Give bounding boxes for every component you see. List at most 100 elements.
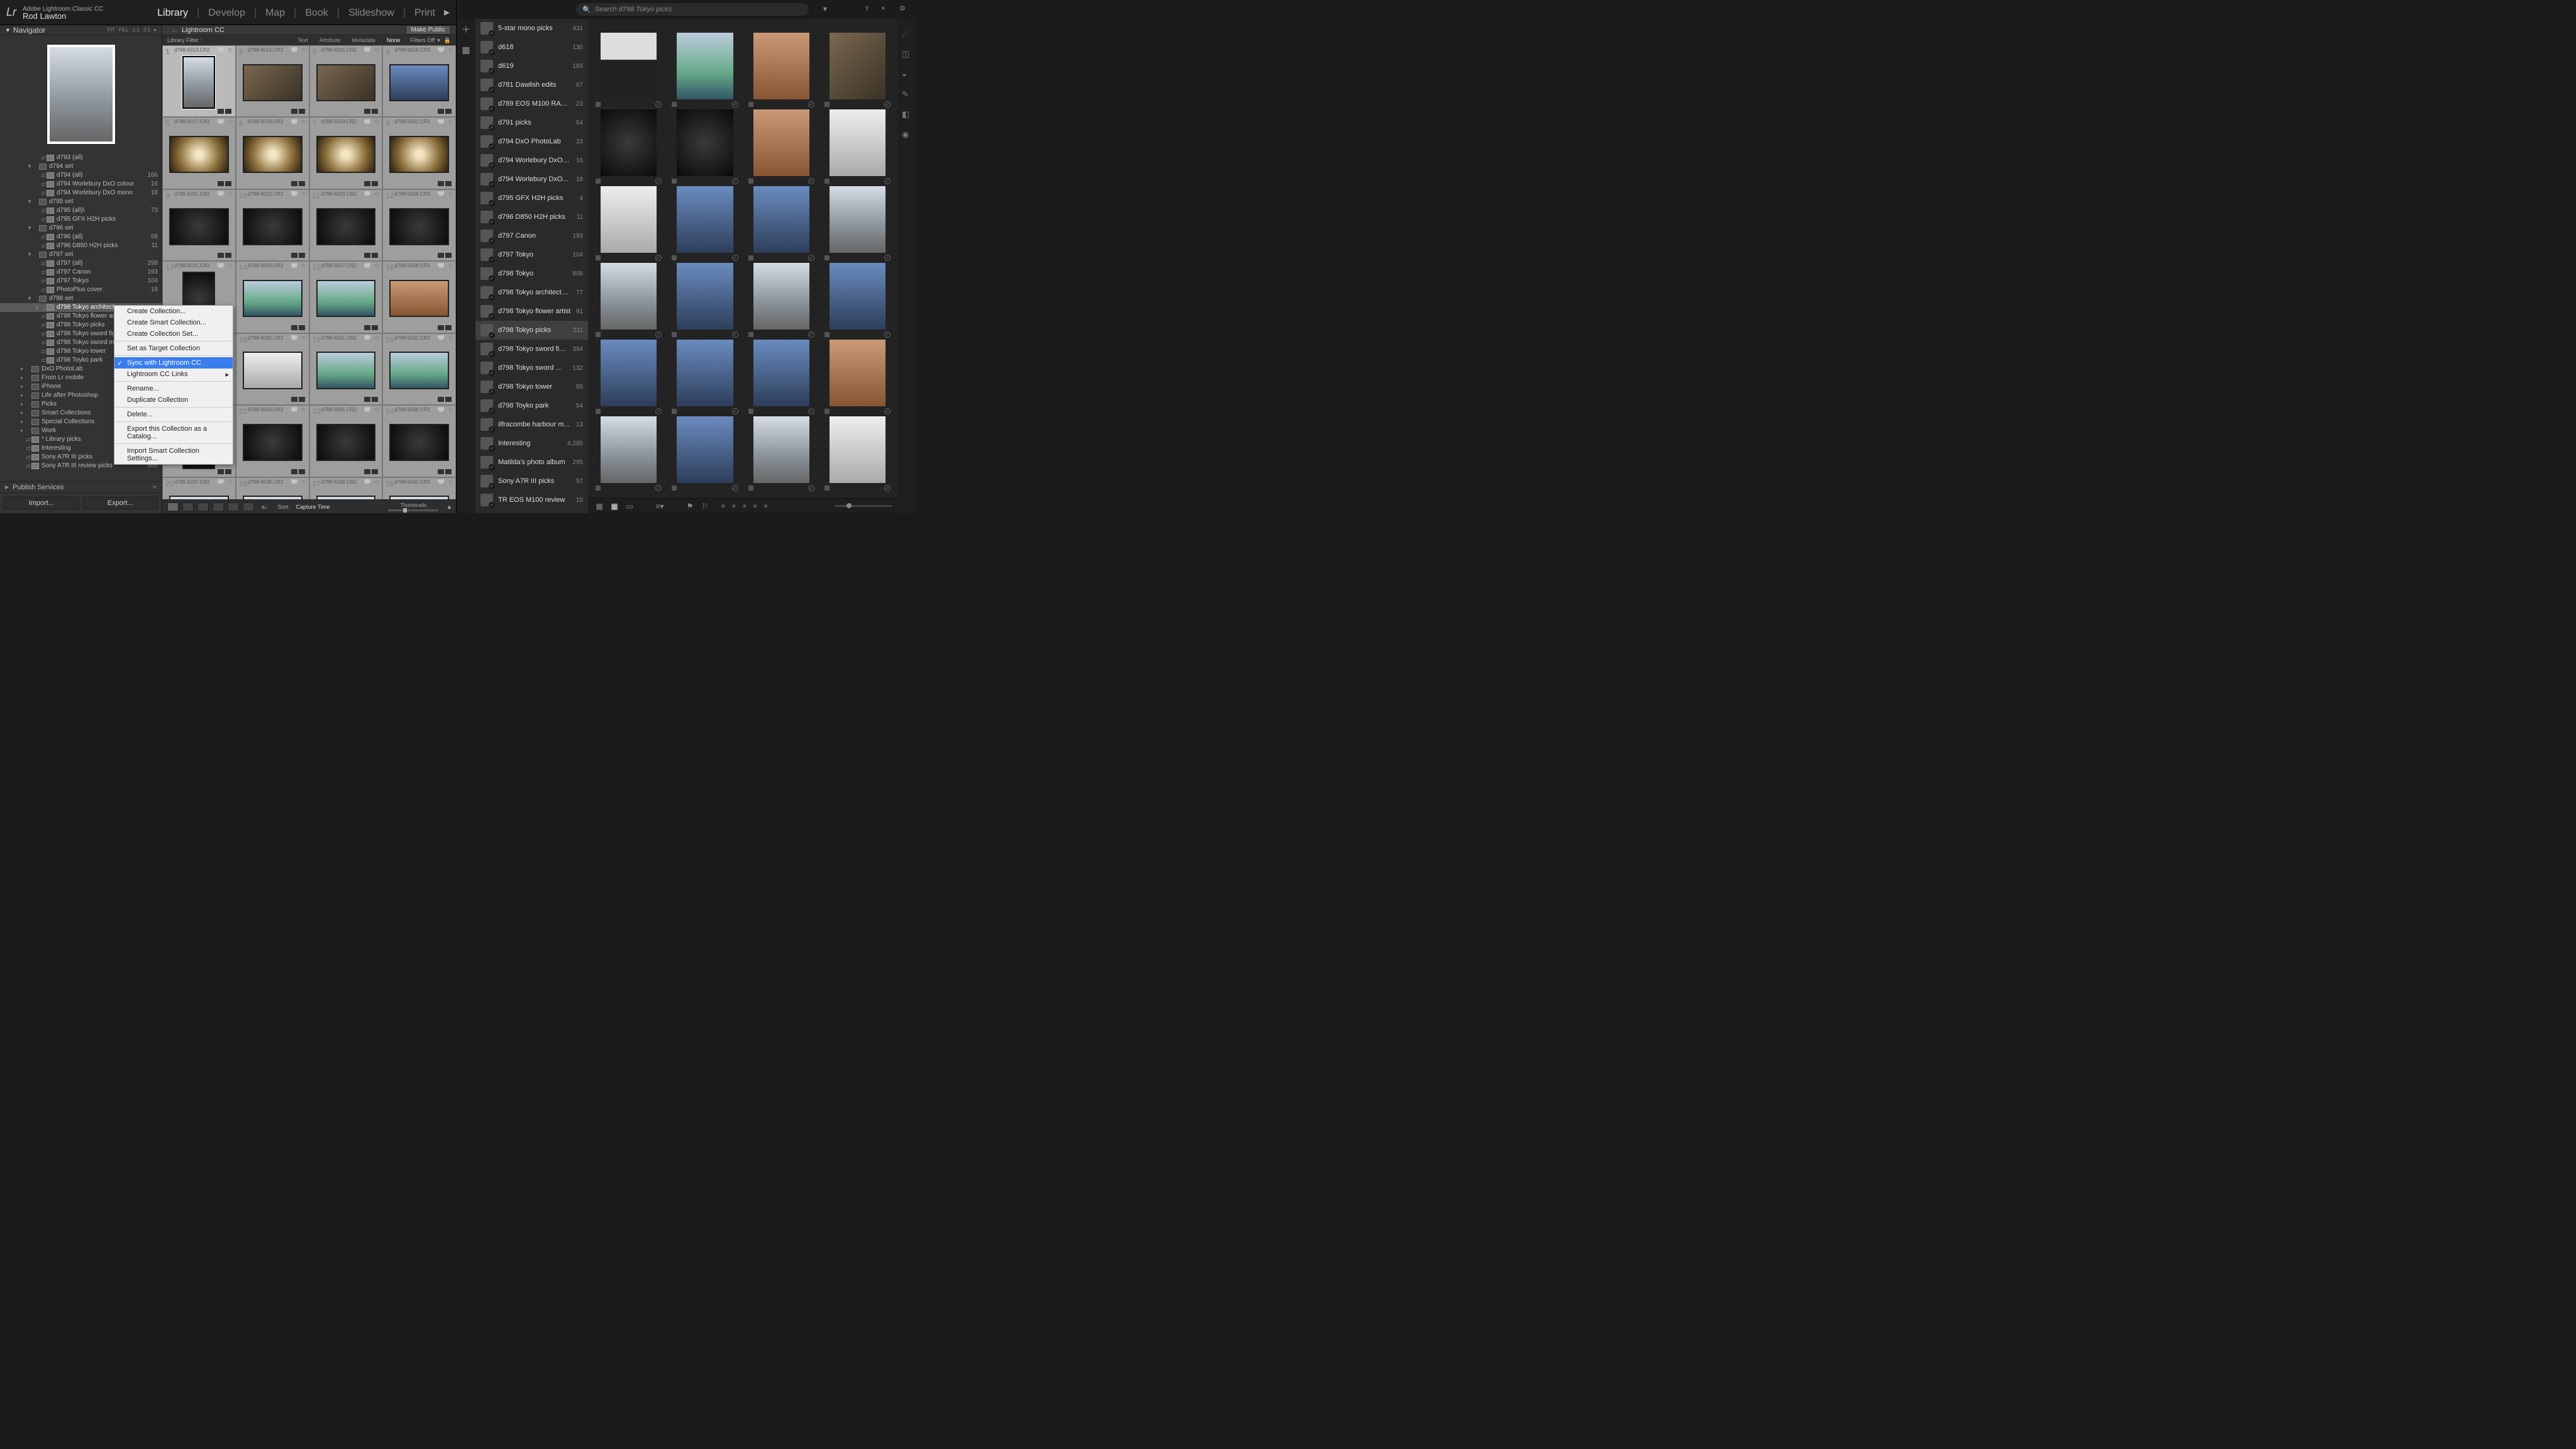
detail-view-icon[interactable]: ▭ [625, 502, 635, 511]
thumbnail[interactable] [243, 280, 303, 317]
nav-zoom-2:1[interactable]: 2:1 [143, 27, 150, 33]
people-view-button[interactable] [228, 502, 239, 511]
thumbnail[interactable] [389, 280, 449, 317]
photo-grid-view-icon[interactable]: ▦ [594, 502, 604, 511]
navigator-zoom-opts[interactable]: FITFILL1:12:1▸ [108, 27, 157, 33]
thumbnail-zoom-slider[interactable] [835, 505, 892, 507]
cycle-icon[interactable]: ⟲ [227, 47, 232, 54]
album-item[interactable]: d797 Canon193 [475, 226, 588, 245]
collection-context-menu[interactable]: Create Collection...Create Smart Collect… [114, 305, 233, 465]
cc-thumbnail[interactable] [677, 263, 733, 330]
thumbnail[interactable] [243, 496, 303, 499]
menu-item[interactable]: Create Collection... [114, 306, 233, 317]
cc-thumbnail[interactable] [601, 263, 657, 330]
album-item[interactable]: d619193 [475, 57, 588, 75]
rating-stars[interactable]: ★ ★ ★ ★ ★ [720, 502, 770, 510]
flag-icon[interactable] [596, 486, 601, 491]
thumbnail[interactable] [389, 208, 449, 245]
thumbnail[interactable] [169, 208, 229, 245]
cycle-icon[interactable]: ⟲ [374, 335, 379, 342]
album-item[interactable]: d794 Worlebury DxO c...16 [475, 151, 588, 170]
thumbnail[interactable] [389, 424, 449, 461]
menu-item[interactable]: Export this Collection as a Catalog... [114, 423, 233, 442]
thumbnail[interactable] [316, 496, 376, 499]
album-item[interactable]: d781 Dawlish edits67 [475, 75, 588, 94]
cc-thumbnail[interactable] [753, 416, 809, 483]
cc-grid-cell[interactable]: ✓ [746, 415, 817, 492]
navigator-header[interactable]: ▼ Navigator FITFILL1:12:1▸ [0, 25, 162, 35]
grid-cell[interactable]: 22d798-5034.CR2⟲ [236, 405, 309, 477]
flag-pick-icon[interactable]: ⚑ [685, 502, 695, 511]
menu-item[interactable]: Create Collection Set... [114, 328, 233, 340]
disclosure-icon[interactable]: ▸ [19, 409, 25, 418]
grid-cell[interactable]: 4d798-5016.CR2⟲ [382, 45, 456, 117]
album-item[interactable]: d789 EOS M100 RAW p...23 [475, 94, 588, 113]
thumbnail[interactable] [316, 136, 376, 173]
make-public-button[interactable]: Make Public [406, 25, 451, 35]
thumbnail[interactable] [243, 424, 303, 461]
cc-thumbnail[interactable] [830, 186, 886, 253]
menu-item[interactable]: Set as Target Collection [114, 343, 233, 354]
navigator-preview[interactable] [0, 35, 162, 153]
cc-thumbnail[interactable] [601, 416, 657, 483]
album-item[interactable]: Interesting4,285 [475, 434, 588, 453]
grid-cell[interactable]: 28d798-5040.CR2⟲ [382, 477, 456, 499]
thumbnail[interactable] [243, 136, 303, 173]
flag-icon[interactable] [748, 102, 753, 107]
flag-icon[interactable] [748, 179, 753, 184]
cc-grid-cell[interactable]: ✓ [593, 415, 664, 492]
cycle-icon[interactable]: ⟲ [374, 119, 379, 126]
brush-icon[interactable]: ✎ [902, 89, 912, 99]
cycle-icon[interactable]: ⟲ [301, 263, 306, 270]
cc-grid-cell[interactable]: ✓ [669, 185, 740, 262]
collection-item[interactable]: ⇄d795 (all)\73 [0, 206, 162, 215]
album-item[interactable]: d794 Worlebury DxO...18 [475, 170, 588, 189]
disclosure-icon[interactable]: ▶ [5, 484, 9, 490]
cc-grid-cell[interactable]: ✓ [822, 185, 893, 262]
filter-icon[interactable]: ▼ [820, 4, 830, 14]
square-grid-view-icon[interactable]: ▦ [609, 502, 619, 511]
sort-value[interactable]: Capture Time [296, 504, 330, 510]
cc-thumbnail[interactable] [753, 33, 809, 99]
disclosure-icon[interactable]: ▸ [19, 391, 25, 400]
cycle-icon[interactable]: ⟲ [374, 407, 379, 414]
thumbnail[interactable] [169, 136, 229, 173]
cycle-icon[interactable]: ⟲ [448, 335, 453, 342]
filter-dropdown-icon[interactable]: ▾ [437, 37, 440, 44]
grid-cell[interactable]: 25d798-5037.CR2⟲ [162, 477, 236, 499]
grid-cell[interactable]: 6d798-5018.CR2⟲ [236, 117, 309, 189]
grid-cell[interactable]: 12d798-5024.CR2⟲ [382, 189, 456, 261]
collection-item[interactable]: ⇄d795 GFX H2H picks [0, 215, 162, 224]
toolbar-menu-icon[interactable]: ▴ [447, 502, 451, 511]
cycle-icon[interactable]: ⟲ [301, 119, 306, 126]
cycle-icon[interactable]: ⟲ [301, 335, 306, 342]
flag-icon[interactable] [672, 486, 677, 491]
nav-zoom-1:1[interactable]: 1:1 [133, 27, 140, 33]
cycle-icon[interactable]: ⟲ [374, 479, 379, 486]
module-slideshow[interactable]: Slideshow [348, 8, 394, 19]
album-item[interactable]: Ilfracombe harbour m...13 [475, 415, 588, 434]
thumbnail[interactable] [316, 208, 376, 245]
grid-view-button[interactable] [167, 502, 179, 511]
grid-cell[interactable]: 23d798-5035.CR2⟲ [309, 405, 383, 477]
album-item[interactable]: d798 Tokyo sword maker132 [475, 358, 588, 377]
disclosure-icon[interactable]: ▸ [19, 400, 25, 409]
nav-zoom-more-icon[interactable]: ▸ [154, 27, 157, 33]
flag-icon[interactable] [824, 255, 830, 260]
disclosure-icon[interactable]: ▼ [26, 162, 33, 171]
cc-grid-cell[interactable]: ✓ [746, 338, 817, 415]
disclosure-icon[interactable]: ▼ [26, 294, 33, 303]
painter-icon[interactable] [243, 502, 254, 511]
cc-grid-cell[interactable]: ✓ [746, 108, 817, 185]
album-item[interactable]: d796 D850 H2H picks11 [475, 208, 588, 226]
disclosure-icon[interactable]: ▼ [26, 197, 33, 206]
album-item[interactable]: 5-star mono picks431 [475, 19, 588, 38]
collection-item[interactable]: ⇄d794 Worlebury DxO colour16 [0, 180, 162, 189]
cc-thumbnail[interactable] [753, 109, 809, 176]
album-item[interactable]: d791 picks64 [475, 113, 588, 132]
grid-cell[interactable]: 3d798-5015.CR2⟲ [309, 45, 383, 117]
album-item[interactable]: d798 Tokyo808 [475, 264, 588, 283]
cycle-icon[interactable]: ⟲ [227, 119, 232, 126]
flag-icon[interactable] [672, 255, 677, 260]
collection-item[interactable]: ▼d796 set [0, 224, 162, 233]
